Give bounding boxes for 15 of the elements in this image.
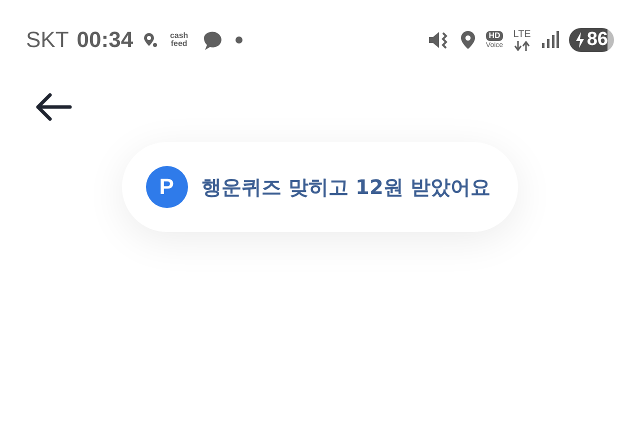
back-arrow-icon[interactable]: [34, 92, 72, 122]
muted-vibrate-icon: [428, 30, 450, 50]
dot-icon: [235, 36, 244, 44]
hd-badge: HD: [486, 30, 504, 40]
location-pin-icon: [460, 30, 476, 50]
network-type: LTE: [513, 30, 531, 40]
battery-indicator: 86: [568, 28, 614, 52]
signal-icon: [540, 31, 559, 49]
point-badge: P: [146, 166, 188, 208]
location-pin-icon: [143, 32, 158, 48]
toast-message: 행운퀴즈 맞히고 12원 받았어요: [202, 174, 490, 200]
data-arrows-icon: [514, 40, 530, 50]
app-logo-text: cash feed: [168, 32, 190, 48]
carrier-name: SKT: [26, 27, 69, 53]
clock-time: 00:34: [76, 27, 134, 53]
